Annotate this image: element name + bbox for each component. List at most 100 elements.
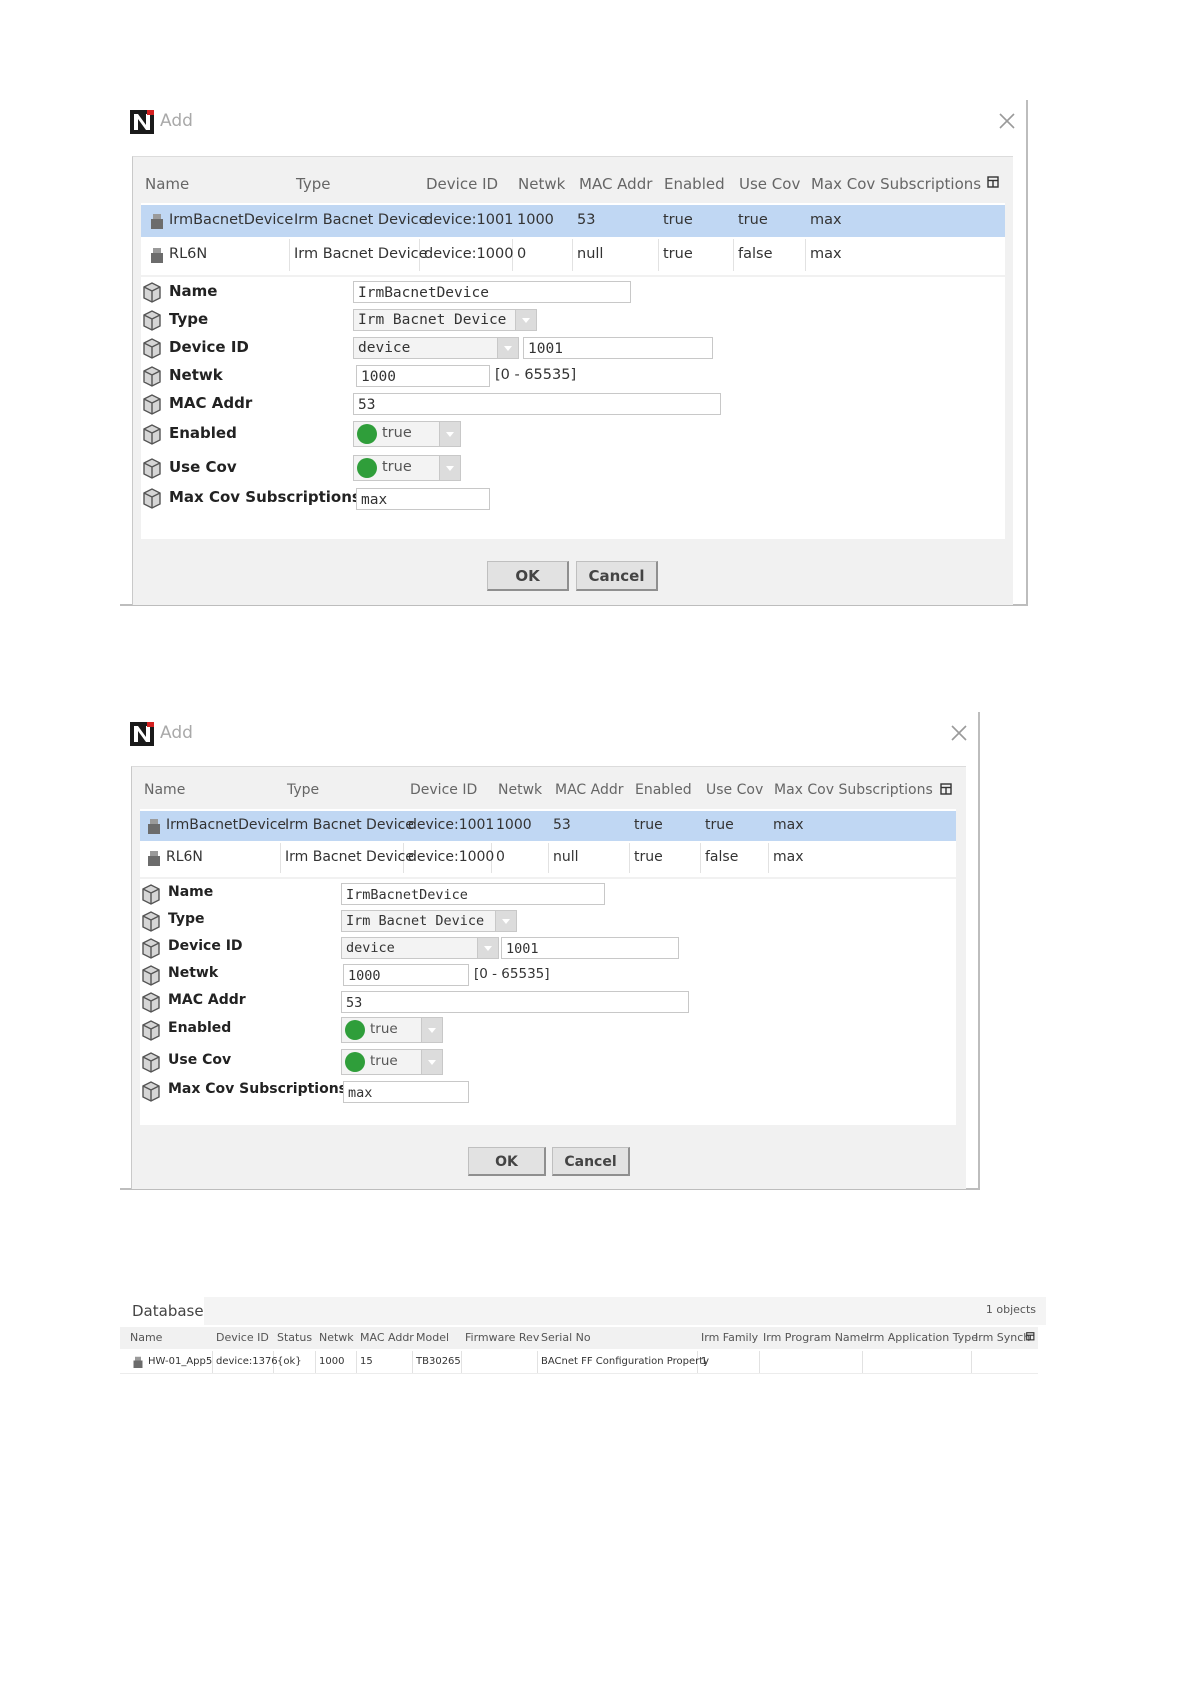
field-label: Netwk bbox=[168, 965, 219, 981]
col-header-model[interactable]: Model bbox=[416, 1331, 449, 1344]
mac-addr-input[interactable]: 53 bbox=[341, 991, 689, 1013]
field-label: Use Cov bbox=[169, 458, 237, 476]
col-header-irm-application-type[interactable]: Irm Application Type bbox=[866, 1331, 978, 1344]
col-header-netwk[interactable]: Netwk bbox=[319, 1331, 354, 1344]
col-header-irm-program-name[interactable]: Irm Program Name bbox=[763, 1331, 867, 1344]
device-table: Name Type Device ID Netwk MAC Addr Enabl… bbox=[141, 163, 1005, 275]
mac-addr-input[interactable]: 53 bbox=[353, 393, 721, 415]
col-header-max-cov[interactable]: Max Cov Subscriptions bbox=[774, 782, 933, 798]
enabled-select[interactable]: true bbox=[353, 421, 461, 447]
col-header-irm-family[interactable]: Irm Family bbox=[701, 1331, 758, 1344]
device-id-type-select[interactable]: device bbox=[353, 337, 519, 359]
cell-divider bbox=[768, 843, 769, 873]
field-label: Enabled bbox=[168, 1020, 232, 1036]
field-mac-addr: MAC Addr 53 bbox=[141, 391, 1005, 417]
col-header-firmware-rev[interactable]: Firmware Rev bbox=[465, 1331, 539, 1344]
col-header-use-cov[interactable]: Use Cov bbox=[739, 175, 800, 193]
column-chooser-icon[interactable] bbox=[1026, 1332, 1036, 1342]
col-header-status[interactable]: Status bbox=[277, 1331, 312, 1344]
col-header-type[interactable]: Type bbox=[287, 782, 319, 798]
col-header-name[interactable]: Name bbox=[144, 782, 185, 798]
field-label: Netwk bbox=[169, 366, 223, 384]
field-label: MAC Addr bbox=[168, 992, 246, 1008]
cell-netwk: 0 bbox=[496, 849, 505, 865]
max-cov-input[interactable]: max bbox=[356, 488, 490, 510]
chevron-down-icon[interactable] bbox=[495, 911, 516, 931]
column-chooser-icon[interactable] bbox=[987, 176, 1001, 190]
table-header: Name Type Device ID Netwk MAC Addr Enabl… bbox=[140, 773, 956, 809]
field-mac-addr: MAC Addr 53 bbox=[140, 989, 956, 1015]
table-row[interactable]: IrmBacnetDevice Irm Bacnet Device device… bbox=[140, 811, 956, 841]
device-table: Name Type Device ID Netwk MAC Addr Enabl… bbox=[140, 773, 956, 877]
cell-type: Irm Bacnet Device bbox=[294, 212, 428, 228]
col-header-enabled[interactable]: Enabled bbox=[635, 782, 692, 798]
cell-name: RL6N bbox=[166, 849, 203, 865]
col-header-name[interactable]: Name bbox=[130, 1331, 162, 1344]
device-id-number-input[interactable]: 1001 bbox=[501, 937, 679, 959]
cell-divider bbox=[548, 843, 549, 873]
chevron-down-icon[interactable] bbox=[421, 1018, 442, 1042]
col-header-device-id[interactable]: Device ID bbox=[426, 175, 498, 193]
col-header-netwk[interactable]: Netwk bbox=[498, 782, 542, 798]
device-icon bbox=[148, 851, 160, 866]
netwk-input[interactable]: 1000 bbox=[343, 964, 469, 986]
col-header-irm-synch[interactable]: Irm Synch bbox=[975, 1331, 1030, 1344]
close-icon[interactable] bbox=[996, 110, 1018, 132]
enabled-select[interactable]: true bbox=[341, 1017, 443, 1043]
column-chooser-icon[interactable] bbox=[940, 783, 954, 797]
name-input[interactable]: IrmBacnetDevice bbox=[353, 281, 631, 303]
device-icon bbox=[148, 819, 160, 834]
col-header-name[interactable]: Name bbox=[145, 175, 189, 193]
col-header-max-cov[interactable]: Max Cov Subscriptions bbox=[811, 175, 981, 193]
property-icon bbox=[143, 282, 161, 303]
type-select[interactable]: Irm Bacnet Device bbox=[353, 309, 537, 331]
col-header-mac-addr[interactable]: MAC Addr bbox=[579, 175, 652, 193]
chevron-down-icon[interactable] bbox=[439, 456, 460, 480]
table-row[interactable]: RL6N Irm Bacnet Device device:1000 0 nul… bbox=[140, 843, 956, 873]
close-icon[interactable] bbox=[948, 722, 970, 744]
max-cov-input[interactable]: max bbox=[343, 1081, 469, 1103]
col-header-mac-addr[interactable]: MAC Addr bbox=[360, 1331, 414, 1344]
table-row[interactable]: IrmBacnetDevice Irm Bacnet Device device… bbox=[141, 205, 1005, 237]
chevron-down-icon[interactable] bbox=[439, 422, 460, 446]
col-header-serial-no[interactable]: Serial No bbox=[541, 1331, 591, 1344]
cell-use-cov: true bbox=[705, 817, 734, 833]
chevron-down-icon[interactable] bbox=[477, 938, 498, 958]
col-header-enabled[interactable]: Enabled bbox=[664, 175, 725, 193]
col-header-netwk[interactable]: Netwk bbox=[518, 175, 565, 193]
property-icon bbox=[143, 394, 161, 415]
chevron-down-icon[interactable] bbox=[515, 310, 536, 330]
name-input[interactable]: IrmBacnetDevice bbox=[341, 883, 605, 905]
col-header-type[interactable]: Type bbox=[296, 175, 330, 193]
use-cov-select[interactable]: true bbox=[353, 455, 461, 481]
cell-type: Irm Bacnet Device bbox=[285, 817, 414, 833]
dialog-titlebar: Add bbox=[130, 712, 980, 756]
table-row[interactable]: RL6N Irm Bacnet Device device:1000 0 nul… bbox=[141, 239, 1005, 271]
property-icon bbox=[142, 884, 160, 905]
cell-netwk: 1000 bbox=[517, 212, 554, 228]
col-header-use-cov[interactable]: Use Cov bbox=[706, 782, 763, 798]
cell-divider bbox=[759, 1351, 760, 1373]
device-id-number-input[interactable]: 1001 bbox=[523, 337, 713, 359]
cell-type: Irm Bacnet Device bbox=[285, 849, 414, 865]
col-header-device-id[interactable]: Device ID bbox=[410, 782, 477, 798]
cell-max-cov: max bbox=[773, 817, 804, 833]
col-header-mac-addr[interactable]: MAC Addr bbox=[555, 782, 624, 798]
type-select[interactable]: Irm Bacnet Device bbox=[341, 910, 517, 932]
status-dot-icon bbox=[357, 458, 377, 478]
ok-button[interactable]: OK bbox=[487, 561, 569, 591]
device-icon bbox=[133, 1356, 143, 1368]
use-cov-select[interactable]: true bbox=[341, 1049, 443, 1075]
cell-use-cov: false bbox=[738, 246, 773, 262]
cancel-button[interactable]: Cancel bbox=[576, 561, 658, 591]
col-header-device-id[interactable]: Device ID bbox=[216, 1331, 269, 1344]
chevron-down-icon[interactable] bbox=[497, 338, 518, 358]
chevron-down-icon[interactable] bbox=[421, 1050, 442, 1074]
ok-button[interactable]: OK bbox=[468, 1147, 546, 1176]
device-id-type-select[interactable]: device bbox=[341, 937, 499, 959]
dialog-border-right bbox=[1026, 100, 1028, 606]
netwk-input[interactable]: 1000 bbox=[356, 365, 490, 387]
tab-database[interactable]: Database bbox=[120, 1297, 204, 1325]
cancel-button[interactable]: Cancel bbox=[552, 1147, 630, 1176]
table-row[interactable]: HW-01_App5 device:1376 {ok} 1000 15 TB30… bbox=[120, 1351, 1038, 1374]
